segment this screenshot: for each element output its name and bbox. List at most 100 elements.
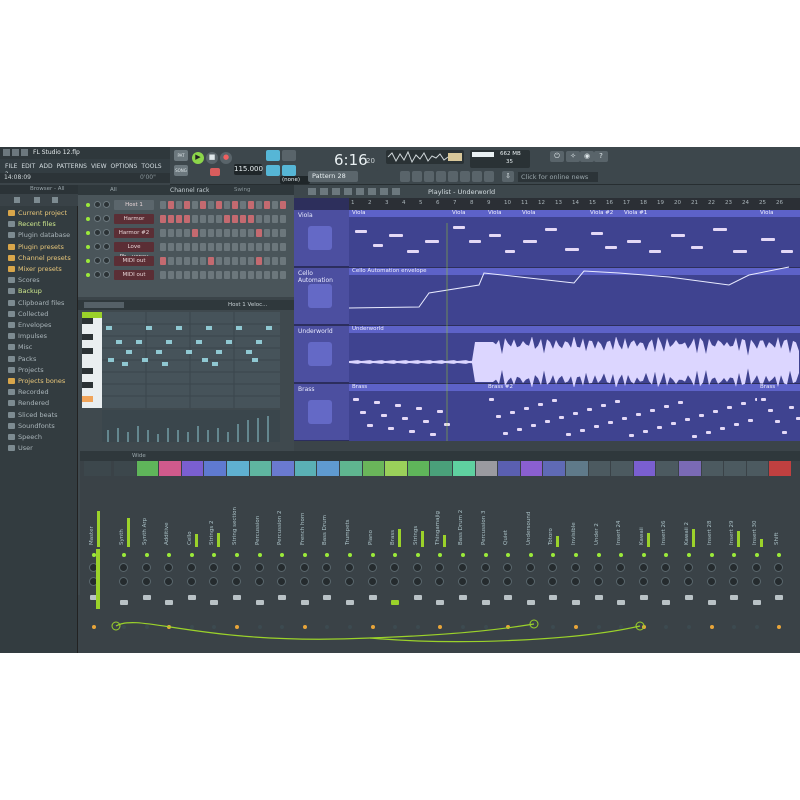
stereo-knob[interactable] <box>571 577 580 586</box>
stereo-knob[interactable] <box>503 577 513 586</box>
browser-item[interactable]: Impulses <box>8 332 47 340</box>
insert-enable-led[interactable] <box>302 553 307 557</box>
stereo-knob[interactable] <box>435 577 445 586</box>
insert-enable-led[interactable] <box>551 553 556 557</box>
step-pad[interactable] <box>160 229 166 237</box>
close-icon[interactable] <box>21 149 28 156</box>
step-pad[interactable] <box>248 257 254 265</box>
strip-color-tab[interactable] <box>611 461 633 476</box>
strip-color-tab[interactable] <box>656 461 678 476</box>
pat-song-toggle[interactable]: PAT <box>174 150 188 161</box>
pan-knob[interactable] <box>412 563 422 572</box>
help-icon[interactable]: ? <box>594 151 608 162</box>
menu-item[interactable]: ADD <box>39 163 52 170</box>
stereo-knob[interactable] <box>322 577 332 586</box>
channel-row[interactable]: Harmor #2 <box>84 227 289 239</box>
step-pad[interactable] <box>264 229 270 237</box>
step-pad[interactable] <box>192 215 198 223</box>
browser-item[interactable]: Projects <box>8 366 44 374</box>
pan-knob[interactable] <box>706 563 716 572</box>
browser-item[interactable]: Plugin presets <box>8 243 64 251</box>
stereo-knob[interactable] <box>774 577 784 586</box>
channel-pan-knob[interactable] <box>94 201 101 208</box>
pan-knob[interactable] <box>435 563 445 572</box>
piano-keys[interactable] <box>82 312 102 408</box>
step-pad[interactable] <box>232 271 238 279</box>
piano-roll-grid[interactable] <box>102 312 280 408</box>
search-icon[interactable] <box>52 197 58 203</box>
strip-color-tab[interactable] <box>430 461 452 476</box>
pan-knob[interactable] <box>390 563 400 572</box>
step-pad[interactable] <box>208 243 214 251</box>
insert-enable-led[interactable] <box>461 553 465 557</box>
piano-roll-tools[interactable] <box>84 302 124 308</box>
browser-icon[interactable] <box>448 171 458 182</box>
step-pad[interactable] <box>248 201 254 209</box>
strip-color-tab[interactable] <box>181 461 204 476</box>
pan-knob[interactable] <box>774 563 784 572</box>
channel-rack-icon[interactable] <box>424 171 434 182</box>
step-pad[interactable] <box>256 243 262 251</box>
menu-item[interactable]: FILE <box>5 163 17 170</box>
step-pad[interactable] <box>240 215 246 223</box>
stereo-knob[interactable] <box>254 577 264 586</box>
strip-color-tab[interactable] <box>114 461 136 476</box>
track-header[interactable]: Underworld <box>294 326 349 383</box>
step-pad[interactable] <box>184 201 190 209</box>
strip-color-tab[interactable] <box>724 461 746 476</box>
step-pad[interactable] <box>264 215 270 223</box>
step-pad[interactable] <box>192 201 198 209</box>
browser-item[interactable]: Current project <box>8 209 67 217</box>
strip-color-tab[interactable] <box>679 461 701 476</box>
insert-enable-led[interactable] <box>732 553 737 557</box>
select-tool-icon[interactable] <box>368 188 376 195</box>
step-pad[interactable] <box>160 215 166 223</box>
insert-enable-led[interactable] <box>641 553 646 557</box>
channel-led[interactable] <box>86 231 90 235</box>
step-pad[interactable] <box>216 257 222 265</box>
download-icon[interactable]: ⇩ <box>502 171 514 182</box>
channel-row[interactable]: MIDI out <box>84 255 289 267</box>
channel-row[interactable]: MIDI out <box>84 269 289 281</box>
volume-fader[interactable] <box>752 600 761 605</box>
browser-item[interactable]: Misc <box>8 343 32 351</box>
step-pad[interactable] <box>240 271 246 279</box>
step-pad[interactable] <box>272 271 278 279</box>
stereo-knob[interactable] <box>232 577 241 586</box>
step-pad[interactable] <box>272 243 278 251</box>
browser-item[interactable]: Envelopes <box>8 321 51 329</box>
volume-fader[interactable] <box>526 600 535 605</box>
browser-item[interactable]: Plugin database <box>8 231 70 239</box>
pan-knob[interactable] <box>458 563 467 572</box>
stereo-knob[interactable] <box>458 577 467 586</box>
step-pad[interactable] <box>216 271 222 279</box>
pan-knob[interactable] <box>254 563 264 572</box>
step-pad[interactable] <box>264 243 270 251</box>
step-pad[interactable] <box>200 243 206 251</box>
insert-enable-led[interactable] <box>144 553 149 557</box>
insert-enable-led[interactable] <box>574 553 578 557</box>
volume-fader[interactable] <box>775 595 784 600</box>
insert-enable-led[interactable] <box>122 553 126 557</box>
step-pad[interactable] <box>224 257 230 265</box>
playlist-icon[interactable] <box>400 171 410 182</box>
stereo-knob[interactable] <box>119 577 128 586</box>
step-pad[interactable] <box>200 271 206 279</box>
mixer-fx-icon[interactable]: ✧ <box>566 151 580 162</box>
strip-color-tab[interactable] <box>227 461 249 476</box>
step-pad[interactable] <box>224 271 230 279</box>
step-pad[interactable] <box>232 257 238 265</box>
step-pad[interactable] <box>200 257 206 265</box>
pan-knob[interactable] <box>684 563 693 572</box>
pan-knob[interactable] <box>299 563 309 572</box>
channel-led[interactable] <box>86 273 90 277</box>
step-pad[interactable] <box>200 229 206 237</box>
step-pad[interactable] <box>208 215 214 223</box>
slice-tool-icon[interactable] <box>356 188 364 195</box>
step-pad[interactable] <box>272 215 278 223</box>
play-button[interactable]: ▶ <box>192 152 204 164</box>
channel-volume-knob[interactable] <box>103 215 110 222</box>
strip-color-tab[interactable] <box>407 461 430 476</box>
paint-tool-icon[interactable] <box>320 188 328 195</box>
zoom-tool-icon[interactable] <box>380 188 388 195</box>
